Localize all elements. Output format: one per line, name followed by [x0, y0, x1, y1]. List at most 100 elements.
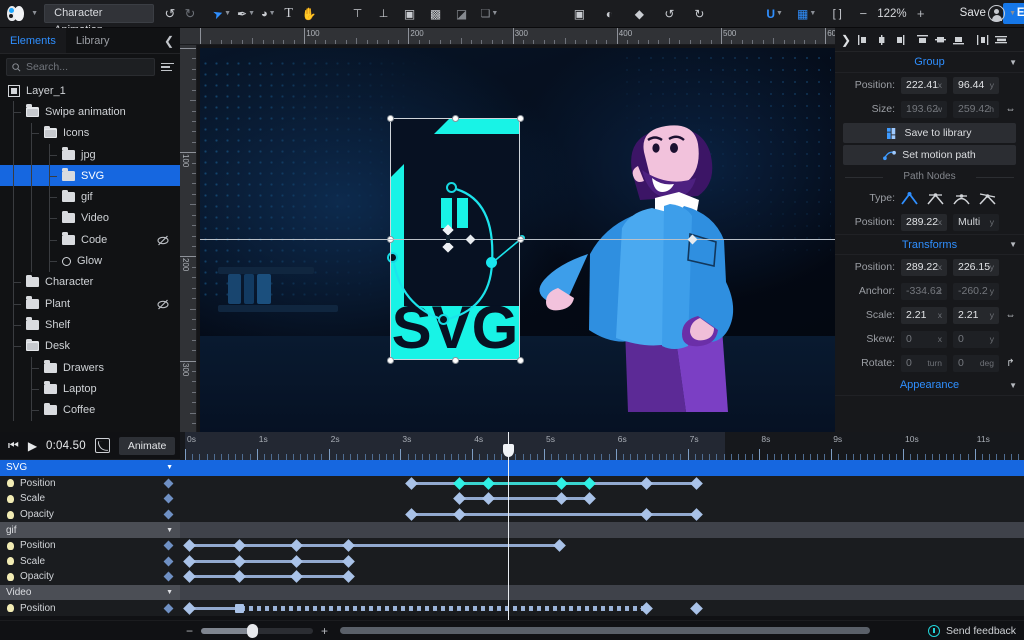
- tree-item-drawers[interactable]: Drawers: [0, 357, 180, 378]
- keyframe[interactable]: [555, 493, 568, 506]
- path-node-top[interactable]: [446, 182, 457, 193]
- grid-icon[interactable]: ▦▼: [794, 3, 819, 25]
- align-right-icon[interactable]: [891, 31, 908, 48]
- timeline-zoom-out-button[interactable]: −: [186, 624, 193, 638]
- distribute-icon[interactable]: ▣: [400, 3, 420, 25]
- account-avatar-icon[interactable]: [988, 5, 1005, 22]
- sort-icon[interactable]: [161, 63, 174, 72]
- document-name-field[interactable]: Character Animation: [44, 4, 154, 23]
- tree-item-plant[interactable]: Plant: [0, 293, 180, 314]
- text-tool[interactable]: T: [279, 3, 299, 25]
- keyframe[interactable]: [233, 539, 246, 552]
- undo-button[interactable]: ↺: [160, 3, 180, 25]
- redo-button[interactable]: ↻: [180, 3, 200, 25]
- add-keyframe-button[interactable]: [164, 572, 174, 582]
- keyframe[interactable]: [553, 539, 566, 552]
- track-group-lane[interactable]: [180, 460, 1024, 476]
- collapse-panel-icon[interactable]: ❮: [164, 34, 174, 48]
- size-link-icon[interactable]: ⇔: [1005, 104, 1016, 115]
- search-input[interactable]: Search...: [6, 58, 155, 76]
- track-prop-position[interactable]: Position: [0, 538, 180, 554]
- transform-position-y-field[interactable]: 226.15y: [953, 259, 999, 276]
- zoom-out-button[interactable]: −: [853, 3, 873, 25]
- keyframe-hold[interactable]: [235, 604, 244, 613]
- keyframe-selected[interactable]: [482, 477, 495, 490]
- distribute-h-icon[interactable]: [974, 31, 991, 48]
- tree-item-desk[interactable]: Desk: [0, 336, 180, 357]
- tab-library[interactable]: Library: [66, 28, 120, 53]
- transform-position-x-field[interactable]: 289.22x: [901, 259, 947, 276]
- add-keyframe-button[interactable]: [164, 603, 174, 613]
- hand-tool[interactable]: ✋: [299, 3, 320, 25]
- transform-scale-y-field[interactable]: 2.21y: [953, 307, 999, 324]
- keyframe[interactable]: [453, 508, 466, 521]
- add-keyframe-button[interactable]: [164, 494, 174, 504]
- visibility-bulb-icon[interactable]: [7, 511, 14, 519]
- track-collapse-icon[interactable]: ▼: [166, 527, 173, 534]
- keyframe[interactable]: [342, 539, 355, 552]
- keyframe[interactable]: [690, 508, 703, 521]
- fit-to-screen-icon[interactable]: [ ]: [827, 3, 847, 25]
- add-keyframe-button[interactable]: [164, 510, 174, 520]
- app-logo-icon[interactable]: [7, 5, 24, 22]
- path-node-left[interactable]: [387, 252, 398, 263]
- group-size-w-field[interactable]: 193.62 w: [901, 101, 947, 118]
- account-caret-icon[interactable]: ▼: [1009, 10, 1016, 17]
- playhead[interactable]: [508, 432, 509, 624]
- tree-item-icons[interactable]: Icons: [0, 123, 180, 144]
- track-group-gif[interactable]: gif▼: [0, 522, 180, 538]
- timeline-horizontal-scrollbar[interactable]: [340, 627, 870, 634]
- smooth-node-icon[interactable]: [927, 192, 944, 205]
- transform-rotate-x-field[interactable]: 0turn: [901, 355, 947, 372]
- visibility-bulb-icon[interactable]: [7, 557, 14, 565]
- track-group-svg[interactable]: SVG▼: [0, 460, 180, 476]
- group-section-header[interactable]: Group ▼: [835, 52, 1024, 73]
- scale-link-icon[interactable]: ⇔: [1005, 310, 1016, 321]
- track-group-lane[interactable]: [180, 522, 1024, 538]
- visibility-bulb-icon[interactable]: [7, 479, 14, 487]
- pen-tool[interactable]: ✒▼: [234, 3, 258, 25]
- track-prop-position[interactable]: Position: [0, 476, 180, 492]
- keyframe[interactable]: [183, 539, 196, 552]
- keyframe-selected[interactable]: [583, 477, 596, 490]
- hidden-eye-icon[interactable]: [157, 298, 168, 309]
- keyframe[interactable]: [342, 555, 355, 568]
- save-to-library-button[interactable]: Save to library: [843, 123, 1016, 143]
- track-prop-scale[interactable]: Scale: [0, 491, 180, 507]
- logo-dropdown-caret[interactable]: ▼: [24, 3, 44, 25]
- align-left-icon[interactable]: [855, 31, 872, 48]
- track-collapse-icon[interactable]: ▼: [166, 589, 173, 596]
- appearance-chevron-icon[interactable]: ▼: [1009, 381, 1017, 390]
- expand-panel-icon[interactable]: ❯: [838, 33, 854, 47]
- keyframe[interactable]: [690, 602, 703, 615]
- group-position-y-field[interactable]: 96.44 y: [953, 77, 999, 94]
- align-middle-icon[interactable]: ⊥: [374, 3, 394, 25]
- duplicate-icon[interactable]: ❏▼: [478, 3, 502, 25]
- align-top-icon[interactable]: [914, 31, 931, 48]
- track-keyframe-lane[interactable]: [180, 507, 1024, 523]
- keyframe[interactable]: [183, 571, 196, 584]
- align-bottom-icon[interactable]: [950, 31, 967, 48]
- design-stage[interactable]: SVG: [200, 48, 835, 432]
- rotate-ccw-icon[interactable]: ↺: [659, 3, 679, 25]
- group-chevron-icon[interactable]: ▼: [1009, 58, 1017, 67]
- unite-icon[interactable]: U▼: [763, 3, 786, 25]
- track-keyframe-lane[interactable]: [180, 569, 1024, 585]
- select-tool[interactable]: ➤▼: [210, 3, 234, 25]
- visibility-bulb-icon[interactable]: [7, 573, 14, 581]
- track-prop-scale[interactable]: Scale: [0, 554, 180, 570]
- track-keyframe-lane[interactable]: [180, 600, 1024, 616]
- tree-item-svg[interactable]: SVG: [0, 165, 180, 186]
- tree-item-layer-1[interactable]: Layer_1: [0, 80, 180, 101]
- path-node-position-y-field[interactable]: Multi y: [953, 214, 999, 231]
- keyframe[interactable]: [640, 602, 653, 615]
- keyframe-selected[interactable]: [555, 477, 568, 490]
- add-keyframe-button[interactable]: [164, 541, 174, 551]
- transform-scale-x-field[interactable]: 2.21x: [901, 307, 947, 324]
- track-prop-opacity[interactable]: Opacity: [0, 569, 180, 585]
- set-motion-path-button[interactable]: Set motion path: [843, 145, 1016, 165]
- appearance-section-header[interactable]: Appearance ▼: [835, 375, 1024, 396]
- keyframe[interactable]: [233, 555, 246, 568]
- rotate-cw-icon[interactable]: ↻: [689, 3, 709, 25]
- keyframe[interactable]: [233, 571, 246, 584]
